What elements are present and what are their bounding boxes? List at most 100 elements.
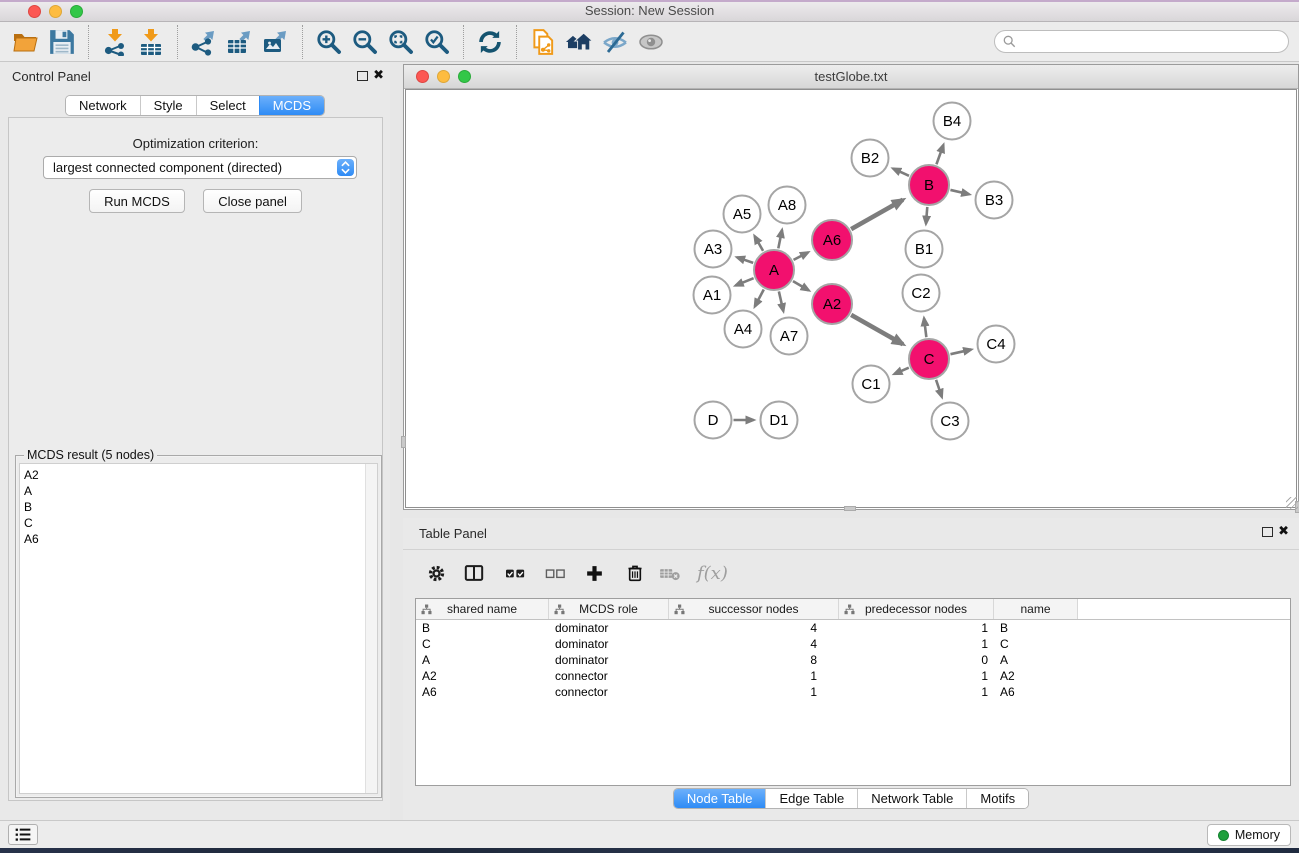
result-item[interactable]: A2 bbox=[24, 467, 377, 483]
graph-edge-B-B3[interactable] bbox=[950, 190, 969, 194]
table-cell[interactable]: dominator bbox=[549, 621, 669, 635]
table-cell[interactable]: 8 bbox=[669, 653, 839, 667]
export-network-icon[interactable] bbox=[186, 24, 222, 60]
graph-edge-A-A2[interactable] bbox=[793, 281, 809, 290]
table-float-icon[interactable] bbox=[1262, 527, 1273, 537]
float-panel-icon[interactable] bbox=[357, 71, 368, 81]
canvas-vscroll-left-thumb[interactable] bbox=[401, 436, 406, 448]
graph-edge-A-A8[interactable] bbox=[778, 230, 782, 248]
tab-network[interactable]: Network bbox=[66, 96, 140, 115]
graph-node-C1[interactable]: C1 bbox=[853, 366, 890, 403]
graph-node-B1[interactable]: B1 bbox=[906, 231, 943, 268]
graph-edge-B-B4[interactable] bbox=[936, 145, 943, 164]
export-image-icon[interactable] bbox=[258, 24, 294, 60]
run-mcds-button[interactable]: Run MCDS bbox=[89, 189, 185, 213]
graph-node-A7[interactable]: A7 bbox=[771, 318, 808, 355]
table-cell[interactable]: 0 bbox=[839, 653, 994, 667]
table-tab-node-table[interactable]: Node Table bbox=[674, 789, 766, 808]
hide-selected-icon[interactable] bbox=[597, 24, 633, 60]
table-cell[interactable]: C bbox=[416, 637, 549, 651]
table-row[interactable]: Adominator80A bbox=[416, 652, 1290, 668]
result-item[interactable]: C bbox=[24, 515, 377, 531]
graph-node-D1[interactable]: D1 bbox=[761, 402, 798, 439]
table-cell[interactable]: A6 bbox=[994, 685, 1078, 699]
graph-edge-C-C2[interactable] bbox=[924, 318, 926, 337]
graph-node-B2[interactable]: B2 bbox=[852, 140, 889, 177]
table-cell[interactable]: A2 bbox=[994, 669, 1078, 683]
tab-mcds[interactable]: MCDS bbox=[259, 96, 324, 115]
graph-edge-C-C1[interactable] bbox=[894, 368, 908, 374]
table-cell[interactable]: A bbox=[994, 653, 1078, 667]
table-tab-network-table[interactable]: Network Table bbox=[857, 789, 966, 808]
graph-node-A4[interactable]: A4 bbox=[725, 311, 762, 348]
graph-node-A6[interactable]: A6 bbox=[812, 220, 852, 260]
graph-edge-C-C4[interactable] bbox=[950, 350, 971, 355]
table-cell[interactable]: 1 bbox=[669, 685, 839, 699]
graph-edge-A2-C[interactable] bbox=[851, 315, 903, 344]
graph-edge-A-A1[interactable] bbox=[736, 278, 754, 285]
canvas-hscroll-thumb[interactable] bbox=[844, 506, 856, 511]
import-table-icon[interactable] bbox=[133, 24, 169, 60]
column-header-name[interactable]: name bbox=[994, 599, 1078, 619]
column-header-successor-nodes[interactable]: successor nodes bbox=[669, 599, 839, 619]
graph-node-C3[interactable]: C3 bbox=[932, 403, 969, 440]
graph-edge-A6-B[interactable] bbox=[851, 200, 903, 229]
search-box[interactable] bbox=[994, 30, 1289, 53]
graph-node-B4[interactable]: B4 bbox=[934, 103, 971, 140]
graph-node-B3[interactable]: B3 bbox=[976, 182, 1013, 219]
show-all-icon[interactable] bbox=[633, 24, 669, 60]
table-tab-edge-table[interactable]: Edge Table bbox=[765, 789, 857, 808]
select-all-rows-icon[interactable] bbox=[504, 558, 527, 588]
result-item[interactable]: A bbox=[24, 483, 377, 499]
zoom-selected-icon[interactable] bbox=[419, 24, 455, 60]
graph-node-A5[interactable]: A5 bbox=[724, 196, 761, 233]
graph-node-C4[interactable]: C4 bbox=[978, 326, 1015, 363]
network-canvas[interactable]: B4B2BB3A8A5A6A3B1AA1C2A2A4A7C4CC1C3DD1 bbox=[405, 89, 1297, 508]
first-neighbors-icon[interactable] bbox=[561, 24, 597, 60]
graph-node-C[interactable]: C bbox=[909, 339, 949, 379]
clone-network-icon[interactable] bbox=[525, 24, 561, 60]
graph-node-A3[interactable]: A3 bbox=[695, 231, 732, 268]
deselect-all-rows-icon[interactable] bbox=[544, 558, 567, 588]
graph-node-C2[interactable]: C2 bbox=[903, 275, 940, 312]
graph-edge-A-A5[interactable] bbox=[755, 236, 763, 251]
graph-node-A8[interactable]: A8 bbox=[769, 187, 806, 224]
add-row-icon[interactable] bbox=[585, 558, 604, 588]
close-panel-icon[interactable]: ✖ bbox=[373, 68, 384, 82]
export-table-icon[interactable] bbox=[222, 24, 258, 60]
import-network-icon[interactable] bbox=[97, 24, 133, 60]
graph-node-A2[interactable]: A2 bbox=[812, 284, 852, 324]
table-cell[interactable]: 1 bbox=[839, 685, 994, 699]
split-panel-icon[interactable] bbox=[464, 558, 484, 588]
table-cell[interactable]: 1 bbox=[839, 621, 994, 635]
table-close-icon[interactable]: ✖ bbox=[1278, 524, 1289, 538]
table-cell[interactable]: A6 bbox=[416, 685, 549, 699]
graph-edge-B-B1[interactable] bbox=[926, 207, 927, 224]
table-cell[interactable]: B bbox=[416, 621, 549, 635]
graph-edge-A-A4[interactable] bbox=[755, 289, 764, 306]
table-cell[interactable]: 4 bbox=[669, 637, 839, 651]
graph-edge-A-A7[interactable] bbox=[779, 291, 783, 311]
table-cell[interactable]: 1 bbox=[839, 669, 994, 683]
tab-style[interactable]: Style bbox=[140, 96, 196, 115]
zoom-out-icon[interactable] bbox=[347, 24, 383, 60]
window-resize-grip[interactable] bbox=[1286, 497, 1298, 509]
save-session-icon[interactable] bbox=[44, 24, 80, 60]
result-item[interactable]: A6 bbox=[24, 531, 377, 547]
result-scrollbar[interactable] bbox=[365, 464, 377, 793]
mcds-result-list[interactable]: A2ABCA6 bbox=[19, 463, 378, 794]
memory-button[interactable]: Memory bbox=[1207, 824, 1291, 846]
column-header-MCDS-role[interactable]: MCDS role bbox=[549, 599, 669, 619]
table-cell[interactable]: dominator bbox=[549, 653, 669, 667]
table-cell[interactable]: connector bbox=[549, 669, 669, 683]
table-row[interactable]: A6connector11A6 bbox=[416, 684, 1290, 700]
delete-row-icon[interactable] bbox=[626, 558, 644, 588]
column-header-shared-name[interactable]: shared name bbox=[416, 599, 549, 619]
close-panel-button[interactable]: Close panel bbox=[203, 189, 302, 213]
table-cell[interactable]: A bbox=[416, 653, 549, 667]
table-cell[interactable]: dominator bbox=[549, 637, 669, 651]
table-cell[interactable]: 1 bbox=[669, 669, 839, 683]
graph-edge-A-A3[interactable] bbox=[737, 257, 753, 263]
search-input[interactable] bbox=[1021, 34, 1280, 50]
graph-edge-B-B2[interactable] bbox=[893, 169, 909, 176]
